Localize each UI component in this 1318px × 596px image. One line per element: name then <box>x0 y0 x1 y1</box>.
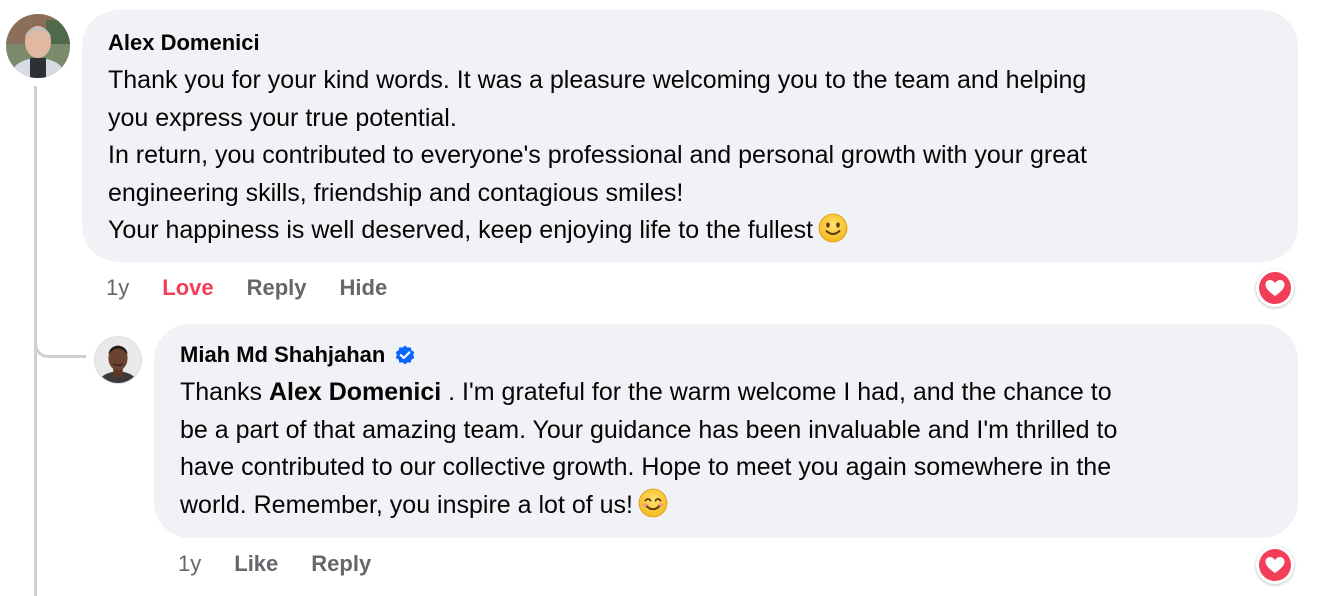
comment-line: engineering skills, friendship and conta… <box>108 178 684 207</box>
reply-line-last: world. Remember, you inspire a lot of us… <box>180 487 1272 525</box>
love-button[interactable]: Love <box>162 275 213 301</box>
timestamp-link[interactable]: 1y <box>106 275 129 301</box>
thread-connector-elbow <box>34 286 86 358</box>
reply-text-after-mention: . I'm grateful for the warm welcome I ha… <box>441 378 1112 406</box>
profile-photo-icon <box>95 337 141 383</box>
verified-badge-icon <box>393 343 417 367</box>
reply-line-first: Thanks Alex Domenici . I'm grateful for … <box>180 374 1272 412</box>
comment-actions: 1y Love Reply Hide <box>106 275 420 301</box>
mention-link[interactable]: Alex Domenici <box>269 378 441 406</box>
love-heart-icon <box>1259 549 1291 581</box>
hide-button[interactable]: Hide <box>340 275 388 301</box>
like-button[interactable]: Like <box>234 551 278 577</box>
comment-line: Thank you for your kind words. It was a … <box>108 66 1087 94</box>
love-heart-icon <box>1259 272 1291 304</box>
comment-line-last: Your happiness is well deserved, keep en… <box>108 212 1272 250</box>
reaction-badge[interactable] <box>1256 546 1294 584</box>
reply-bubble: Miah Md Shahjahan Thanks Alex Domenici .… <box>154 324 1298 538</box>
comment-line: you express your true potential. <box>108 103 457 132</box>
comment-author[interactable]: Alex Domenici <box>108 30 1272 56</box>
comment-line-text: Your happiness is well deserved, keep en… <box>108 216 814 244</box>
reply-button[interactable]: Reply <box>247 275 307 301</box>
timestamp-link[interactable]: 1y <box>178 551 201 577</box>
reply-actions: 1y Like Reply <box>178 551 404 577</box>
reply-author[interactable]: Miah Md Shahjahan <box>180 342 1272 368</box>
avatar[interactable] <box>94 336 142 384</box>
comment-line: In return, you contributed to everyone's… <box>108 141 1087 169</box>
smiling-face-with-smiling-eyes-icon <box>637 487 669 519</box>
author-name-link[interactable]: Miah Md Shahjahan <box>180 342 385 368</box>
avatar[interactable] <box>6 14 70 78</box>
reply-text-prefix: Thanks <box>180 378 269 406</box>
reply-button[interactable]: Reply <box>311 551 371 577</box>
reply-text: Thanks Alex Domenici . I'm grateful for … <box>180 374 1272 524</box>
slightly-smiling-face-icon <box>817 212 849 244</box>
comment-bubble: Alex Domenici Thank you for your kind wo… <box>82 10 1298 262</box>
reply-line: be a part of that amazing team. Your gui… <box>180 415 1118 444</box>
profile-photo-icon <box>6 14 70 78</box>
author-name-link[interactable]: Alex Domenici <box>108 30 260 56</box>
reply-line: have contributed to our collective growt… <box>180 453 1112 481</box>
comment-thread: Alex Domenici Thank you for your kind wo… <box>0 0 1318 596</box>
comment-text: Thank you for your kind words. It was a … <box>108 62 1272 250</box>
reply-line-text: world. Remember, you inspire a lot of us… <box>180 490 633 519</box>
reaction-badge[interactable] <box>1256 269 1294 307</box>
